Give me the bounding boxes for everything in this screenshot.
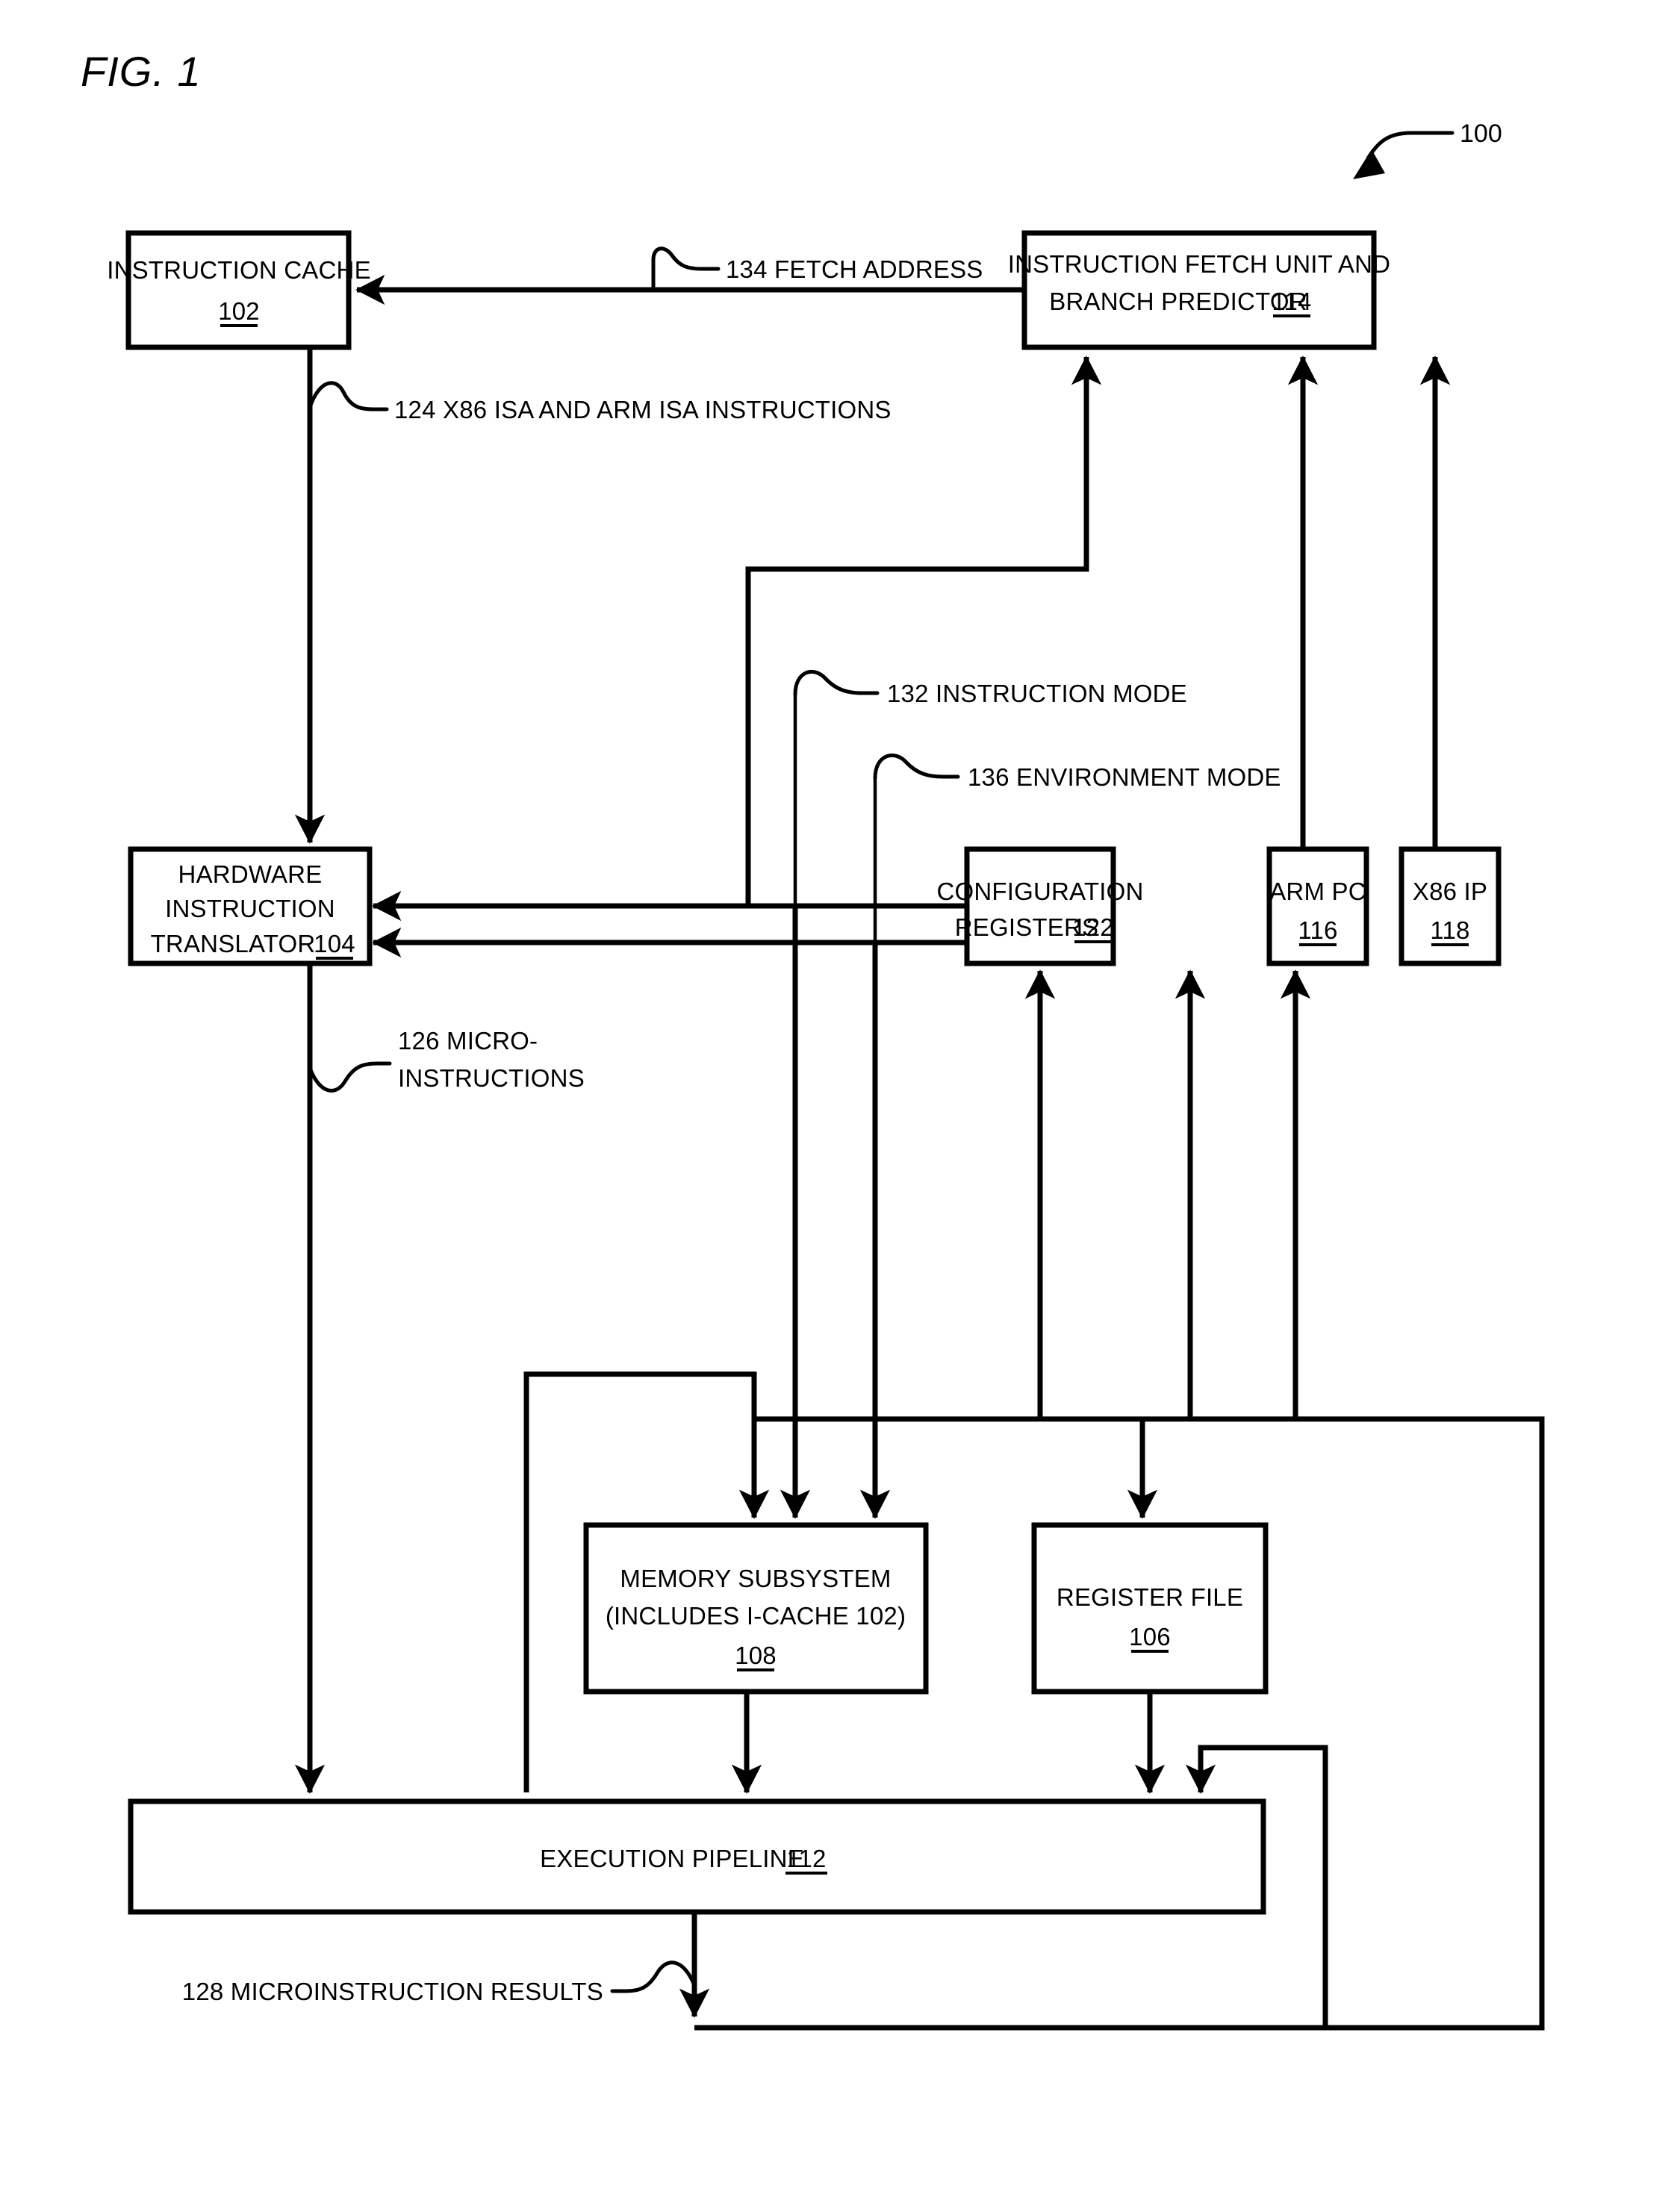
block-memory-subsystem[interactable]: MEMORY SUBSYSTEM (INCLUDES I-CACHE 102) …: [583, 1522, 929, 1695]
arm-pc-label: ARM PC: [1269, 878, 1366, 905]
environment-mode-text: 136 ENVIRONMENT MODE: [968, 763, 1281, 791]
instruction-cache-label: INSTRUCTION CACHE: [107, 256, 371, 284]
configuration-registers-line1: CONFIGURATION: [937, 878, 1144, 905]
figure-page: FIG. 1 100 INSTRUCTION CACHE 102 INSTRUC…: [0, 0, 1680, 2189]
hardware-instruction-translator-line3: TRANSLATOR: [151, 930, 316, 957]
isa-instructions-text: 124 X86 ISA AND ARM ISA INSTRUCTIONS: [394, 396, 892, 423]
instruction-fetch-unit-label-line2: BRANCH PREDICTOR: [1049, 288, 1307, 315]
hardware-instruction-translator-line1: HARDWARE: [178, 860, 323, 888]
hardware-instruction-translator-ref: 104: [314, 930, 355, 957]
microinstructions-text-line2: INSTRUCTIONS: [398, 1064, 585, 1092]
fetch-address-leader: [651, 246, 721, 292]
microinstructions-text-line1: 126 MICRO-: [398, 1027, 538, 1055]
fetch-address-text: 134 FETCH ADDRESS: [726, 255, 983, 283]
block-instruction-cache[interactable]: INSTRUCTION CACHE 102: [107, 230, 371, 350]
isa-instructions-leader: [308, 381, 389, 412]
label-microinstructions: 126 MICRO- INSTRUCTIONS: [308, 1027, 585, 1093]
reference-numeral-100: 100: [1460, 119, 1502, 148]
register-file-ref: 106: [1129, 1623, 1171, 1651]
arm-pc-box: [1266, 846, 1369, 966]
instruction-cache-box: [125, 230, 352, 350]
wire-results-feedback-bus: [694, 1416, 1545, 2031]
execution-pipeline-ref: 112: [786, 1845, 826, 1872]
memory-subsystem-line2: (INCLUDES I-CACHE 102): [606, 1602, 906, 1630]
x86-ip-box: [1399, 846, 1502, 966]
instruction-fetch-unit-label-line1: INSTRUCTION FETCH UNIT AND: [1008, 250, 1390, 278]
reference-100-arrowhead: [1353, 149, 1385, 179]
configuration-registers-box: [964, 846, 1116, 966]
x86-ip-ref: 118: [1430, 916, 1469, 944]
label-fetch-address: 134 FETCH ADDRESS: [651, 246, 983, 292]
block-execution-pipeline[interactable]: EXECUTION PIPELINE 112: [128, 1798, 1266, 1915]
patent-figure-diagram: FIG. 1 100 INSTRUCTION CACHE 102 INSTRUC…: [81, 48, 1545, 2031]
instruction-mode-leader: [793, 669, 880, 697]
instruction-cache-ref: 102: [218, 297, 260, 325]
environment-mode-leader: [873, 753, 960, 780]
microinstruction-results-text: 128 MICROINSTRUCTION RESULTS: [182, 1978, 603, 2005]
reference-100-leader: [1366, 131, 1455, 161]
block-x86-ip[interactable]: X86 IP 118: [1399, 846, 1502, 966]
configuration-registers-ref: 122: [1072, 913, 1114, 941]
block-hardware-instruction-translator[interactable]: HARDWARE INSTRUCTION TRANSLATOR 104: [128, 846, 373, 966]
figure-title: FIG. 1: [81, 48, 202, 95]
label-isa-instructions: 124 X86 ISA AND ARM ISA INSTRUCTIONS: [308, 381, 892, 423]
instruction-mode-text: 132 INSTRUCTION MODE: [887, 680, 1187, 707]
reference-numeral-100-callout: 100: [1353, 119, 1502, 179]
microinstruction-results-leader: [610, 1960, 697, 1993]
label-microinstruction-results: 128 MICROINSTRUCTION RESULTS: [182, 1960, 697, 2005]
x86-ip-label: X86 IP: [1413, 878, 1487, 905]
block-configuration-registers[interactable]: CONFIGURATION REGISTERS 122: [937, 846, 1144, 966]
hardware-instruction-translator-line2: INSTRUCTION: [165, 895, 335, 922]
arm-pc-ref: 116: [1298, 916, 1337, 944]
block-arm-pc[interactable]: ARM PC 116: [1266, 846, 1369, 966]
block-instruction-fetch-unit[interactable]: INSTRUCTION FETCH UNIT AND BRANCH PREDIC…: [1008, 230, 1390, 350]
instruction-fetch-unit-ref: 114: [1272, 288, 1311, 315]
wire-instruction-mode-to-fetch-unit: [745, 355, 1102, 906]
block-register-file[interactable]: REGISTER FILE 106: [1031, 1522, 1269, 1695]
memory-subsystem-ref: 108: [735, 1642, 777, 1669]
memory-subsystem-line1: MEMORY SUBSYSTEM: [620, 1565, 891, 1592]
microinstructions-leader: [308, 1061, 392, 1093]
execution-pipeline-label: EXECUTION PIPELINE: [540, 1845, 804, 1872]
register-file-label: REGISTER FILE: [1057, 1583, 1243, 1611]
